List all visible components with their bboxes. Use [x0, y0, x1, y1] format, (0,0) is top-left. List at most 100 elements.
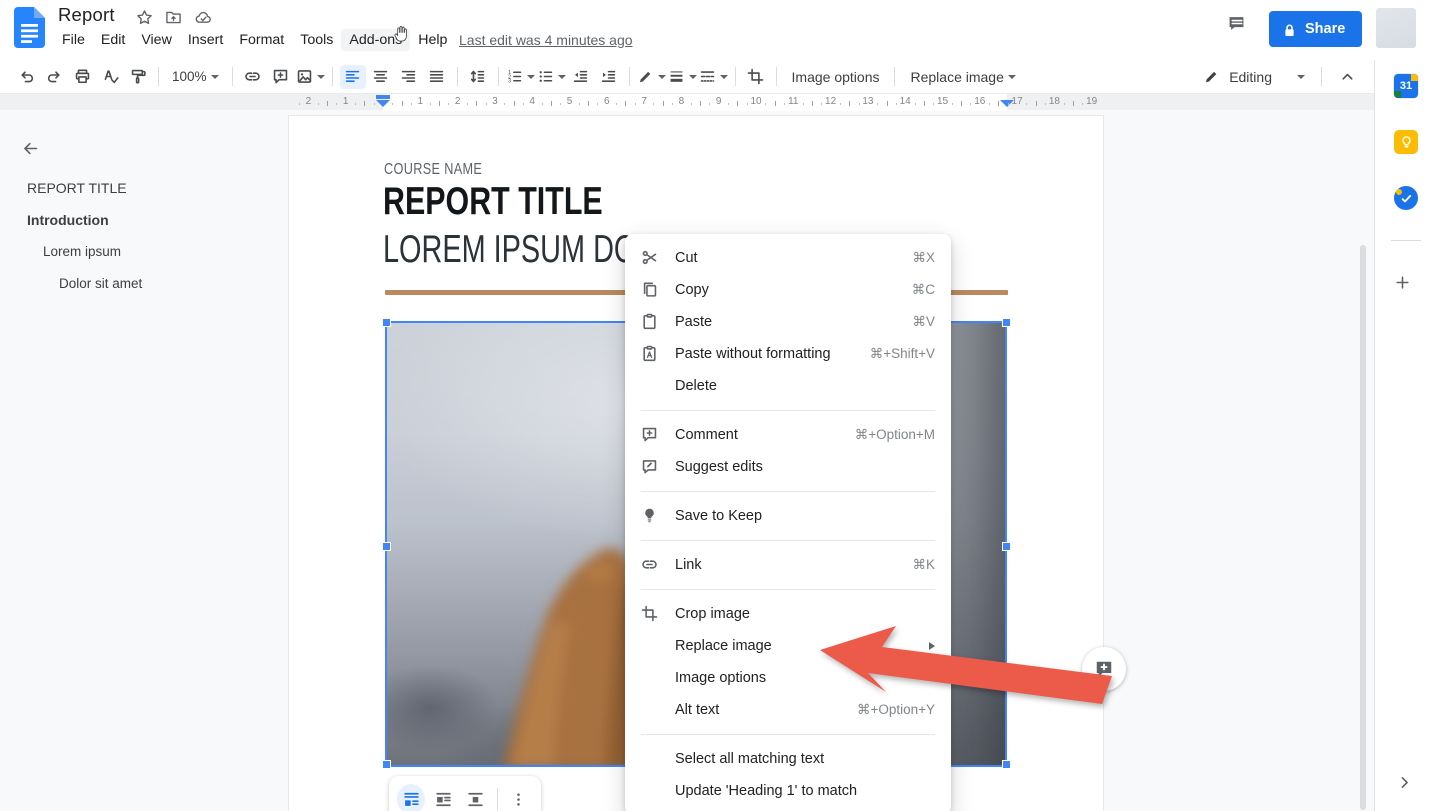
- numbered-list-button[interactable]: 123: [506, 65, 535, 89]
- outline-item-report-title[interactable]: REPORT TITLE: [27, 180, 127, 196]
- align-right-button[interactable]: [396, 65, 422, 89]
- move-folder-icon[interactable]: [165, 9, 183, 27]
- ruler-tick: [504, 103, 506, 105]
- outline-item-introduction[interactable]: Introduction: [27, 212, 109, 228]
- context-menu-item-cut[interactable]: Cut ⌘X: [625, 242, 951, 274]
- wrap-option-wrap-text-button[interactable]: [429, 784, 457, 811]
- context-menu-item-crop-image[interactable]: Crop image: [625, 598, 951, 630]
- google-tasks-icon[interactable]: [1394, 186, 1418, 210]
- outline-item-lorem-ipsum[interactable]: Lorem ipsum: [43, 244, 121, 259]
- zoom-select[interactable]: 100%: [166, 65, 225, 89]
- justify-icon: [428, 68, 445, 85]
- hide-menus-button[interactable]: [1334, 65, 1360, 89]
- ruler-number: 14: [899, 96, 911, 107]
- context-menu-item-update-heading-1-to-match[interactable]: Update 'Heading 1' to match: [625, 775, 951, 807]
- print-button[interactable]: [69, 65, 95, 89]
- menu-item-label: Comment: [675, 427, 738, 443]
- menu-file[interactable]: File: [54, 29, 93, 51]
- context-menu-item-copy[interactable]: Copy ⌘C: [625, 274, 951, 306]
- google-docs-logo-icon[interactable]: [14, 7, 45, 48]
- decrease-indent-button[interactable]: [568, 65, 594, 89]
- editing-pen-icon: [1203, 68, 1220, 85]
- star-document-icon[interactable]: [136, 9, 154, 27]
- ruler-tick: [597, 103, 599, 105]
- paint-format-button[interactable]: [125, 65, 151, 89]
- google-keep-icon[interactable]: [1394, 130, 1418, 154]
- context-menu-item-replace-image[interactable]: Replace image: [625, 630, 951, 662]
- wrap-option-in-line-button[interactable]: [397, 784, 426, 811]
- bulleted-list-button[interactable]: [537, 65, 566, 89]
- document-title[interactable]: Report: [58, 4, 115, 26]
- context-menu-item-comment[interactable]: Comment ⌘+Option+M: [625, 419, 951, 451]
- menu-help[interactable]: Help: [410, 29, 455, 51]
- resize-handle-bottom-left[interactable]: [382, 760, 391, 769]
- image-options-button[interactable]: Image options: [783, 65, 889, 89]
- resize-handle-middle-right[interactable]: [1002, 542, 1011, 551]
- undo-button[interactable]: [13, 65, 39, 89]
- menu-item-label: Select all matching text: [675, 751, 825, 767]
- align-center-button[interactable]: [368, 65, 394, 89]
- check-icon: [1399, 191, 1414, 206]
- last-edit-link[interactable]: Last edit was 4 minutes ago: [459, 32, 633, 48]
- insert-image-button[interactable]: [296, 65, 325, 89]
- ruler-tick: [700, 101, 702, 106]
- resize-handle-top-left[interactable]: [382, 318, 391, 327]
- replace-image-dropdown[interactable]: Replace image: [901, 65, 1024, 89]
- menu-format[interactable]: Format: [231, 29, 292, 51]
- menu-edit[interactable]: Edit: [93, 29, 133, 51]
- crop-image-button[interactable]: [743, 65, 769, 89]
- context-menu-item-image-options[interactable]: Image options: [625, 662, 951, 694]
- context-menu-item-save-to-keep[interactable]: Save to Keep: [625, 500, 951, 532]
- first-line-indent-marker[interactable]: [376, 95, 390, 99]
- border-color-button[interactable]: [637, 65, 666, 89]
- redo-button[interactable]: [41, 65, 67, 89]
- close-side-panel-button[interactable]: [1396, 774, 1416, 794]
- context-menu-item-paste[interactable]: Paste ⌘V: [625, 306, 951, 338]
- insert-comment-button[interactable]: [268, 65, 294, 89]
- ruler-tick: [448, 103, 450, 105]
- spelling-grammar-check-button[interactable]: [97, 65, 123, 89]
- add-comment-icon: [641, 426, 661, 444]
- border-dash-button[interactable]: [699, 65, 728, 89]
- context-menu-item-delete[interactable]: Delete: [625, 370, 951, 402]
- justify-button[interactable]: [424, 65, 450, 89]
- context-menu-item-suggest-edits[interactable]: Suggest edits: [625, 451, 951, 483]
- increase-indent-button[interactable]: [596, 65, 622, 89]
- share-button[interactable]: Share: [1269, 11, 1363, 47]
- menu-view[interactable]: View: [133, 29, 180, 51]
- add-comment-floating-button[interactable]: [1082, 647, 1126, 691]
- context-menu-item-select-all-matching-text[interactable]: Select all matching text: [625, 743, 951, 775]
- open-comment-history-icon[interactable]: [1228, 15, 1251, 38]
- side-panel-divider: [1391, 240, 1421, 241]
- google-calendar-icon[interactable]: 31: [1394, 74, 1418, 98]
- editing-mode-button[interactable]: Editing: [1193, 64, 1315, 90]
- user-avatar[interactable]: [1376, 8, 1416, 48]
- outline-item-dolor-sit-amet[interactable]: Dolor sit amet: [59, 276, 142, 291]
- ruler-tick: [914, 103, 916, 105]
- insert-link-button[interactable]: [240, 65, 266, 89]
- left-indent-marker[interactable]: [376, 100, 390, 107]
- align-left-button[interactable]: [339, 64, 366, 89]
- menu-insert[interactable]: Insert: [180, 29, 231, 51]
- border-weight-button[interactable]: [668, 65, 697, 89]
- line-spacing-button[interactable]: [465, 65, 491, 89]
- ruler-tick: [839, 103, 841, 105]
- chevron-down-icon: [719, 74, 728, 79]
- context-menu-item-paste-without-formatting[interactable]: Paste without formatting ⌘+Shift+V: [625, 338, 951, 370]
- resize-handle-bottom-right[interactable]: [1002, 760, 1011, 769]
- close-outline-button[interactable]: [22, 140, 42, 160]
- ruler-tick: [923, 101, 925, 106]
- get-add-ons-button[interactable]: [1394, 274, 1418, 298]
- ruler-tick: [1073, 101, 1075, 106]
- ruler-tick: [466, 103, 468, 105]
- menu-divider: [641, 540, 935, 541]
- vertical-scrollbar[interactable]: [1360, 245, 1366, 810]
- menu-tools[interactable]: Tools: [292, 29, 341, 51]
- resize-handle-middle-left[interactable]: [382, 542, 391, 551]
- resize-handle-top-right[interactable]: [1002, 318, 1011, 327]
- menu-add-ons[interactable]: Add-ons: [341, 29, 411, 51]
- more-image-options-button[interactable]: [505, 784, 533, 811]
- context-menu-item-link[interactable]: Link ⌘K: [625, 549, 951, 581]
- wrap-option-break-text-button[interactable]: [462, 784, 490, 811]
- context-menu-item-alt-text[interactable]: Alt text ⌘+Option+Y: [625, 694, 951, 726]
